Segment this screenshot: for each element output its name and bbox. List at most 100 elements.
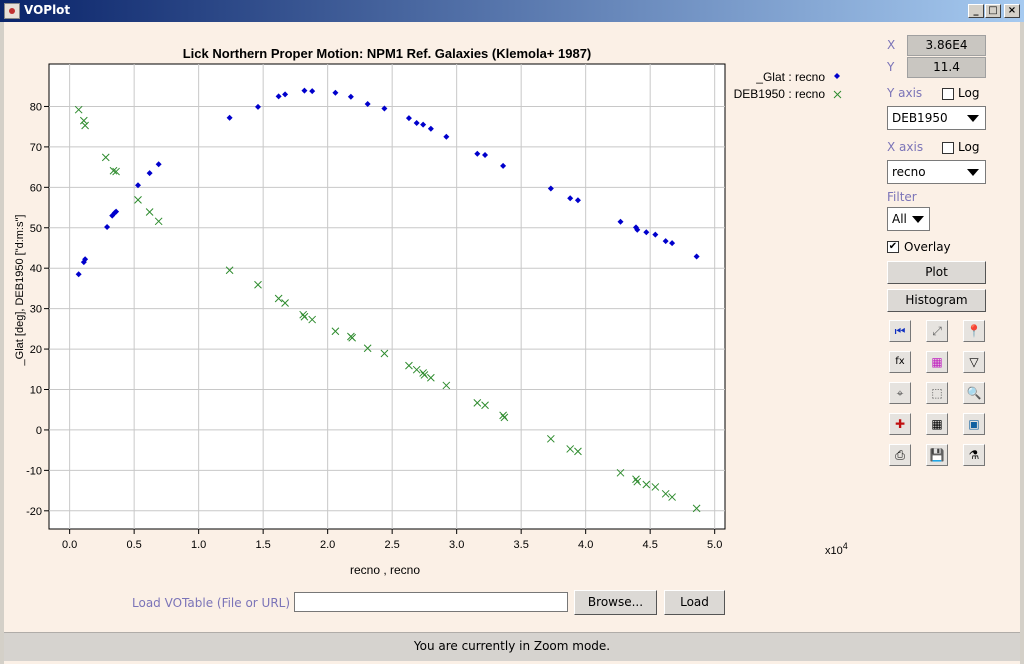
y-tick-label: 70 (30, 142, 42, 154)
plus-crosshair-icon: ✚ (894, 417, 906, 431)
function-button[interactable]: fx (889, 351, 911, 373)
y-tick-label: 30 (30, 304, 42, 316)
votable-url-input[interactable] (294, 592, 568, 612)
chevron-down-icon (967, 115, 979, 122)
table-icon: ▦ (931, 417, 943, 431)
load-votable-label: Load VOTable (File or URL) : (132, 596, 298, 610)
x-log-label: Log (958, 140, 980, 154)
filter-select-value: All (892, 212, 907, 226)
y-tick-label: 80 (30, 101, 42, 113)
pin-icon: 📍 (966, 324, 982, 338)
x-axis-title: X axis (887, 140, 924, 154)
filter-label: Filter (887, 190, 917, 204)
chevron-down-icon (912, 216, 924, 223)
y-tick-label: 20 (30, 344, 42, 356)
overlay-checkbox[interactable]: ✔ (887, 241, 899, 253)
fx-icon: fx (895, 356, 905, 367)
expand-icon: ⤢ (932, 324, 942, 338)
x-multiplier-base: x10 (825, 545, 843, 557)
x-coord-value: 3.86E4 (907, 35, 986, 56)
x-tick-label: 3.5 (514, 539, 529, 551)
magnifier-icon: 🔍 (966, 386, 982, 400)
status-bar: You are currently in Zoom mode. (4, 632, 1020, 661)
x-tick-label: 2.5 (385, 539, 400, 551)
x-axis-select-value: recno (892, 165, 926, 179)
statistics-button[interactable]: ⚗ (963, 444, 985, 466)
y-coord-value: 11.4 (907, 57, 986, 78)
maximize-button[interactable]: □ (985, 4, 1001, 18)
y-log-checkbox[interactable] (942, 88, 954, 100)
crosshair-icon: ⌖ (896, 386, 904, 400)
legend-label-deb1950: DEB1950 : recno (734, 87, 826, 101)
table-view-button[interactable]: ▦ (926, 413, 948, 435)
chart-title: Lick Northern Proper Motion: NPM1 Ref. G… (183, 46, 592, 61)
y-axis-label: _Glat [deg], DEB1950 ["d:m:s"] (14, 215, 26, 367)
y-tick-label: 40 (30, 263, 42, 275)
y-tick-label: -20 (26, 506, 42, 518)
y-tick-label: 10 (30, 385, 42, 397)
printer-icon: ⎙ (895, 448, 905, 462)
x-tick-label: 1.0 (191, 539, 206, 551)
histogram-button[interactable]: Histogram (887, 289, 986, 312)
x-tick-label: 0.0 (62, 539, 77, 551)
x-tick-label: 4.5 (643, 539, 658, 551)
marker-button[interactable]: 📍 (963, 320, 985, 342)
load-button[interactable]: Load (664, 590, 725, 615)
y-tick-label: 60 (30, 182, 42, 194)
filter-button[interactable]: ▽ (963, 351, 985, 373)
x-tick-label: 4.0 (578, 539, 593, 551)
image-button[interactable]: ▣ (963, 413, 985, 435)
y-tick-label: -10 (26, 465, 42, 477)
close-button[interactable]: × (1004, 4, 1020, 18)
zoom-button[interactable]: 🔍 (963, 382, 985, 404)
y-axis-select[interactable]: DEB1950 (887, 106, 986, 130)
y-axis-title: Y axis (887, 86, 923, 100)
x-tick-label: 2.0 (320, 539, 335, 551)
plot-frame (48, 63, 726, 530)
zoom-box-button[interactable]: ⬚ (926, 382, 948, 404)
y-log-label: Log (958, 86, 980, 100)
x-multiplier: x104 (825, 541, 848, 557)
y-tick-label: 0 (36, 425, 42, 437)
legend-label-glat: _Glat : recno (755, 70, 825, 84)
color-palette-button[interactable]: ▦ (926, 351, 948, 373)
floppy-disk-icon: 💾 (929, 448, 945, 462)
window-title: VOPlot (24, 3, 71, 17)
title-bar: VOPlot _ □ × (0, 0, 1024, 22)
x-axis-select[interactable]: recno (887, 160, 986, 184)
y-axis-select-value: DEB1950 (892, 111, 948, 125)
fit-view-button[interactable]: ⤢ (926, 320, 948, 342)
overlay-label: Overlay (904, 240, 951, 254)
y-coord-label: Y (887, 60, 895, 74)
add-point-button[interactable]: ✚ (889, 413, 911, 435)
flask-icon: ⚗ (968, 448, 980, 462)
save-button[interactable]: 💾 (926, 444, 948, 466)
x-axis-label: recno , recno (350, 563, 420, 577)
minimize-button[interactable]: _ (968, 4, 984, 18)
crosshair-button[interactable]: ⌖ (889, 382, 911, 404)
rewind-icon: ⏮ (894, 324, 906, 338)
x-tick-label: 1.5 (256, 539, 271, 551)
reset-plot-button[interactable]: ⏮ (889, 320, 911, 342)
app-icon (4, 3, 20, 19)
x-tick-label: 0.5 (126, 539, 141, 551)
plot-button[interactable]: Plot (887, 261, 986, 284)
y-tick-label: 50 (30, 223, 42, 235)
select-box-icon: ⬚ (931, 386, 943, 400)
x-tick-label: 3.0 (449, 539, 464, 551)
x-tick-label: 5.0 (707, 539, 722, 551)
palette-icon: ▦ (931, 355, 943, 369)
x-multiplier-exponent: 4 (843, 541, 848, 551)
print-button[interactable]: ⎙ (889, 444, 911, 466)
image-icon: ▣ (968, 417, 980, 431)
x-log-checkbox[interactable] (942, 142, 954, 154)
filter-select[interactable]: All (887, 207, 930, 231)
x-coord-label: X (887, 38, 896, 52)
funnel-icon: ▽ (969, 355, 979, 369)
plot-canvas[interactable]: Lick Northern Proper Motion: NPM1 Ref. G… (0, 22, 870, 582)
browse-button[interactable]: Browse... (574, 590, 657, 615)
chevron-down-icon (967, 169, 979, 176)
legend-marker-glat (834, 73, 840, 79)
legend: _Glat : recno DEB1950 : recno (734, 70, 842, 101)
legend-marker-deb1950 (833, 90, 842, 99)
